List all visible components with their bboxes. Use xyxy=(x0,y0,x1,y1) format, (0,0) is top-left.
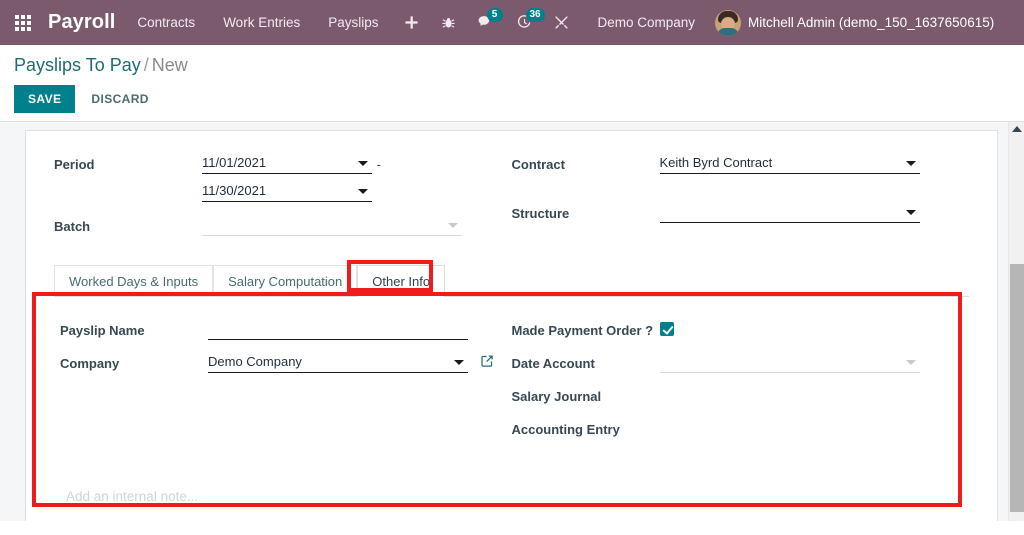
menu-payslips[interactable]: Payslips xyxy=(314,0,392,45)
form-scroll-container: Period - xyxy=(0,122,1008,521)
control-panel: Payslips To Pay/New SAVE DISCARD xyxy=(0,45,1024,122)
field-batch: Batch xyxy=(54,215,512,242)
structure-label: Structure xyxy=(512,202,660,221)
form-column-left: Period - xyxy=(54,153,512,248)
other-info-column-right: Made Payment Order ? Date Account xyxy=(512,319,964,451)
salary-journal-label: Salary Journal xyxy=(512,385,660,404)
period-from-input[interactable] xyxy=(202,153,372,174)
field-accounting-entry: Accounting Entry xyxy=(512,418,964,445)
breadcrumb-current: New xyxy=(152,55,188,75)
field-salary-journal: Salary Journal xyxy=(512,385,964,412)
tab-worked-days-and-inputs[interactable]: Worked Days & Inputs xyxy=(54,265,213,297)
salary-journal-value xyxy=(660,385,964,405)
activities-icon[interactable]: 36 xyxy=(506,0,543,45)
period-label: Period xyxy=(54,153,202,172)
top-navbar: Payroll Contracts Work Entries Payslips … xyxy=(0,0,1024,45)
user-menu[interactable]: Mitchell Admin (demo_150_1637650615) xyxy=(709,10,1008,36)
made-payment-order-checkbox[interactable] xyxy=(660,322,674,336)
batch-label: Batch xyxy=(54,215,202,234)
accounting-entry-label: Accounting Entry xyxy=(512,418,660,437)
menu-contracts[interactable]: Contracts xyxy=(123,0,209,45)
form-action-buttons: SAVE DISCARD xyxy=(14,85,1010,113)
contract-input[interactable] xyxy=(660,153,920,174)
avatar xyxy=(715,10,741,36)
breadcrumb: Payslips To Pay/New xyxy=(14,55,1010,76)
period-to-input[interactable] xyxy=(202,181,372,202)
internal-note-area: Add an internal note... xyxy=(60,489,963,521)
company-input[interactable] xyxy=(208,352,468,373)
payslip-name-input[interactable] xyxy=(208,319,468,340)
payslip-name-label: Payslip Name xyxy=(60,319,208,338)
tools-icon[interactable] xyxy=(543,0,580,45)
company-label: Company xyxy=(60,352,208,371)
breadcrumb-separator: / xyxy=(141,55,152,75)
vertical-scrollbar[interactable] xyxy=(1008,122,1024,521)
internal-note-input[interactable]: Add an internal note... xyxy=(66,489,957,521)
notebook: Worked Days & Inputs Salary Computation … xyxy=(54,265,969,521)
contract-label: Contract xyxy=(512,153,660,172)
tab-salary-computation[interactable]: Salary Computation xyxy=(213,265,357,297)
save-button[interactable]: SAVE xyxy=(14,85,75,113)
tab-panel-other-info: Payslip Name Company xyxy=(54,297,969,521)
breadcrumb-parent[interactable]: Payslips To Pay xyxy=(14,55,141,75)
field-contract: Contract xyxy=(512,153,970,180)
messages-badge: 5 xyxy=(487,8,503,22)
field-period: Period - xyxy=(54,153,512,209)
tab-other-info[interactable]: Other Info xyxy=(357,265,445,297)
date-account-input[interactable] xyxy=(660,352,920,373)
other-info-column-left: Payslip Name Company xyxy=(60,319,512,451)
date-account-label: Date Account xyxy=(512,352,660,371)
scrollbar-thumb[interactable] xyxy=(1010,264,1024,512)
plus-icon[interactable] xyxy=(393,0,430,45)
notebook-tabs: Worked Days & Inputs Salary Computation … xyxy=(54,265,969,297)
scroll-up-arrow-icon[interactable] xyxy=(1012,126,1022,132)
external-link-icon[interactable] xyxy=(480,354,494,368)
form-header-group: Period - xyxy=(54,153,969,248)
company-switcher[interactable]: Demo Company xyxy=(580,15,710,30)
messages-icon[interactable]: 5 xyxy=(467,0,506,45)
content-area: Period - xyxy=(0,122,1024,521)
discard-button[interactable]: DISCARD xyxy=(79,85,160,113)
field-date-account: Date Account xyxy=(512,352,964,379)
apps-menu-toggle[interactable] xyxy=(0,0,46,45)
accounting-entry-value xyxy=(660,418,964,438)
field-structure: Structure xyxy=(512,202,970,229)
app-brand-payroll[interactable]: Payroll xyxy=(46,11,123,34)
bug-icon[interactable] xyxy=(430,0,467,45)
field-made-payment-order: Made Payment Order ? xyxy=(512,319,964,346)
structure-input[interactable] xyxy=(660,202,920,223)
form-column-right: Contract Structure xyxy=(512,153,970,248)
grid-apps-icon xyxy=(15,15,31,31)
form-sheet: Period - xyxy=(25,130,998,521)
menu-work-entries[interactable]: Work Entries xyxy=(209,0,314,45)
username-label: Mitchell Admin (demo_150_1637650615) xyxy=(748,15,994,30)
field-payslip-name: Payslip Name xyxy=(60,319,512,346)
period-dash: - xyxy=(377,157,381,172)
made-payment-order-label: Made Payment Order ? xyxy=(512,319,660,338)
batch-input[interactable] xyxy=(202,215,462,236)
field-company: Company xyxy=(60,352,512,379)
